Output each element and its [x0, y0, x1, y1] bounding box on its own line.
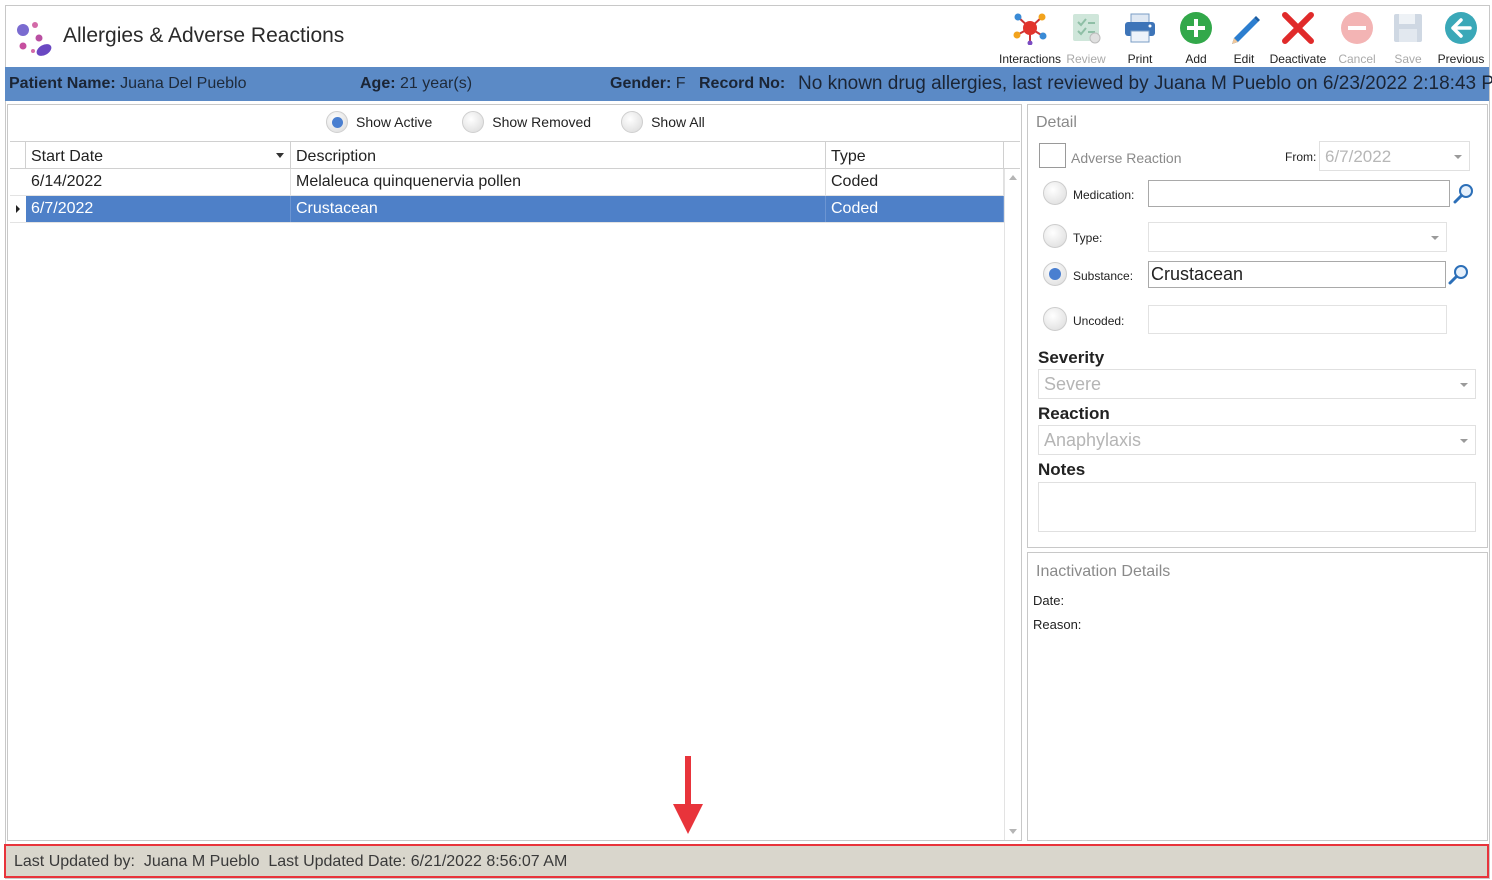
x-icon	[1280, 10, 1316, 46]
page-title: Allergies & Adverse Reactions	[63, 24, 345, 47]
patient-age: Age: 21 year(s)	[360, 75, 473, 92]
detail-title: Detail	[1036, 114, 1077, 131]
previous-button[interactable]: Previous	[1433, 8, 1489, 66]
vertical-scrollbar[interactable]	[1004, 169, 1020, 840]
record-number-label: Record No:	[699, 75, 786, 92]
uncoded-label: Uncoded:	[1073, 314, 1125, 328]
inactivation-title: Inactivation Details	[1036, 563, 1171, 580]
show-all-radio[interactable]: Show All	[621, 111, 705, 133]
medication-search-icon[interactable]	[1453, 182, 1475, 204]
severity-label: Severity	[1038, 348, 1105, 367]
show-removed-radio[interactable]: Show Removed	[462, 111, 591, 133]
save-icon	[1390, 10, 1426, 46]
substance-search-icon[interactable]	[1448, 263, 1470, 285]
edit-button[interactable]: Edit	[1223, 8, 1265, 66]
selected-dot	[1049, 268, 1061, 280]
severity-dropdown[interactable]: Severe	[1038, 369, 1476, 399]
review-button[interactable]: Review	[1061, 8, 1111, 66]
notes-label: Notes	[1038, 460, 1086, 479]
medication-radio[interactable]	[1043, 181, 1067, 205]
interactions-icon	[1012, 10, 1048, 46]
scroll-up-icon[interactable]	[1009, 175, 1017, 180]
column-header-description[interactable]: Description	[291, 142, 826, 169]
substance-radio[interactable]	[1043, 262, 1067, 286]
detail-panel: Detail Adverse Reaction From: 6/7/2022 M…	[1027, 104, 1488, 548]
add-icon	[1178, 10, 1214, 46]
scroll-down-icon[interactable]	[1009, 829, 1017, 834]
dropdown-arrow-icon	[1460, 439, 1468, 443]
inactivation-reason-label: Reason:	[1033, 617, 1082, 632]
grid-body: 6/14/2022 Melaleuca quinquenervia pollen…	[10, 169, 1004, 223]
show-active-radio[interactable]: Show Active	[326, 111, 432, 133]
pencil-icon	[1226, 10, 1262, 46]
printer-icon	[1122, 10, 1158, 46]
save-button[interactable]: Save	[1383, 8, 1433, 66]
app-logo-icon	[17, 22, 52, 56]
notes-textarea[interactable]	[1038, 482, 1476, 532]
add-button[interactable]: Add	[1169, 8, 1223, 66]
inactivation-date-label: Date:	[1033, 593, 1065, 608]
allergy-list-panel: Show Active Show Removed Show All Start …	[7, 104, 1022, 841]
dropdown-arrow-icon	[1460, 383, 1468, 387]
column-header-type[interactable]: Type	[826, 142, 1004, 169]
type-radio[interactable]	[1043, 224, 1067, 248]
filter-radio-group: Show Active Show Removed Show All	[326, 111, 735, 133]
cancel-button[interactable]: Cancel	[1331, 8, 1383, 66]
medication-input[interactable]	[1148, 180, 1450, 207]
status-bar: Last Updated by: Juana M Pueblo Last Upd…	[4, 844, 1489, 878]
allergy-review-message: No known drug allergies, last reviewed b…	[798, 73, 1492, 94]
type-label: Type:	[1073, 231, 1103, 245]
adverse-reaction-checkbox[interactable]	[1039, 143, 1066, 168]
allergy-grid: Start Date Description Type 6/14/2022 Me…	[10, 141, 1020, 840]
grid-header: Start Date Description Type	[10, 141, 1020, 169]
header: Allergies & Adverse Reactions Interactio…	[6, 6, 1489, 66]
annotation-arrow-icon	[673, 756, 703, 834]
toolbar: Interactions Review Print Add Edit Deact…	[999, 8, 1489, 66]
patient-bar: Patient Name: Juana Del Pueblo Age: 21 y…	[5, 67, 1492, 101]
substance-label: Substance:	[1073, 269, 1134, 283]
uncoded-input[interactable]	[1148, 305, 1447, 334]
adverse-reaction-label: Adverse Reaction	[1071, 150, 1182, 166]
reaction-dropdown[interactable]: Anaphylaxis	[1038, 425, 1476, 455]
dropdown-arrow-icon	[1454, 155, 1462, 159]
column-header-start-date[interactable]: Start Date	[26, 142, 291, 169]
inactivation-panel: Inactivation Details Date: Reason:	[1027, 552, 1488, 841]
type-dropdown[interactable]	[1148, 222, 1447, 252]
deactivate-button[interactable]: Deactivate	[1265, 8, 1331, 66]
review-icon	[1068, 10, 1104, 46]
substance-input[interactable]: Crustacean	[1148, 261, 1446, 288]
dropdown-arrow-icon	[1431, 236, 1439, 240]
table-row-selected[interactable]: 6/7/2022 Crustacean Coded	[10, 196, 1004, 223]
back-arrow-icon	[1443, 10, 1479, 46]
print-button[interactable]: Print	[1111, 8, 1169, 66]
sort-caret-icon	[276, 153, 284, 158]
medication-label: Medication:	[1073, 188, 1135, 202]
row-indicator-icon	[16, 205, 20, 213]
patient-name: Patient Name: Juana Del Pueblo	[9, 75, 247, 92]
patient-gender: Gender: F	[610, 75, 686, 92]
from-date-picker[interactable]: 6/7/2022	[1319, 141, 1470, 171]
uncoded-radio[interactable]	[1043, 307, 1067, 331]
interactions-button[interactable]: Interactions	[999, 8, 1061, 66]
reaction-label: Reaction	[1038, 404, 1110, 423]
cancel-icon	[1339, 10, 1375, 46]
table-row[interactable]: 6/14/2022 Melaleuca quinquenervia pollen…	[10, 169, 1004, 196]
selected-dot	[331, 116, 343, 128]
from-label: From:	[1285, 150, 1317, 164]
